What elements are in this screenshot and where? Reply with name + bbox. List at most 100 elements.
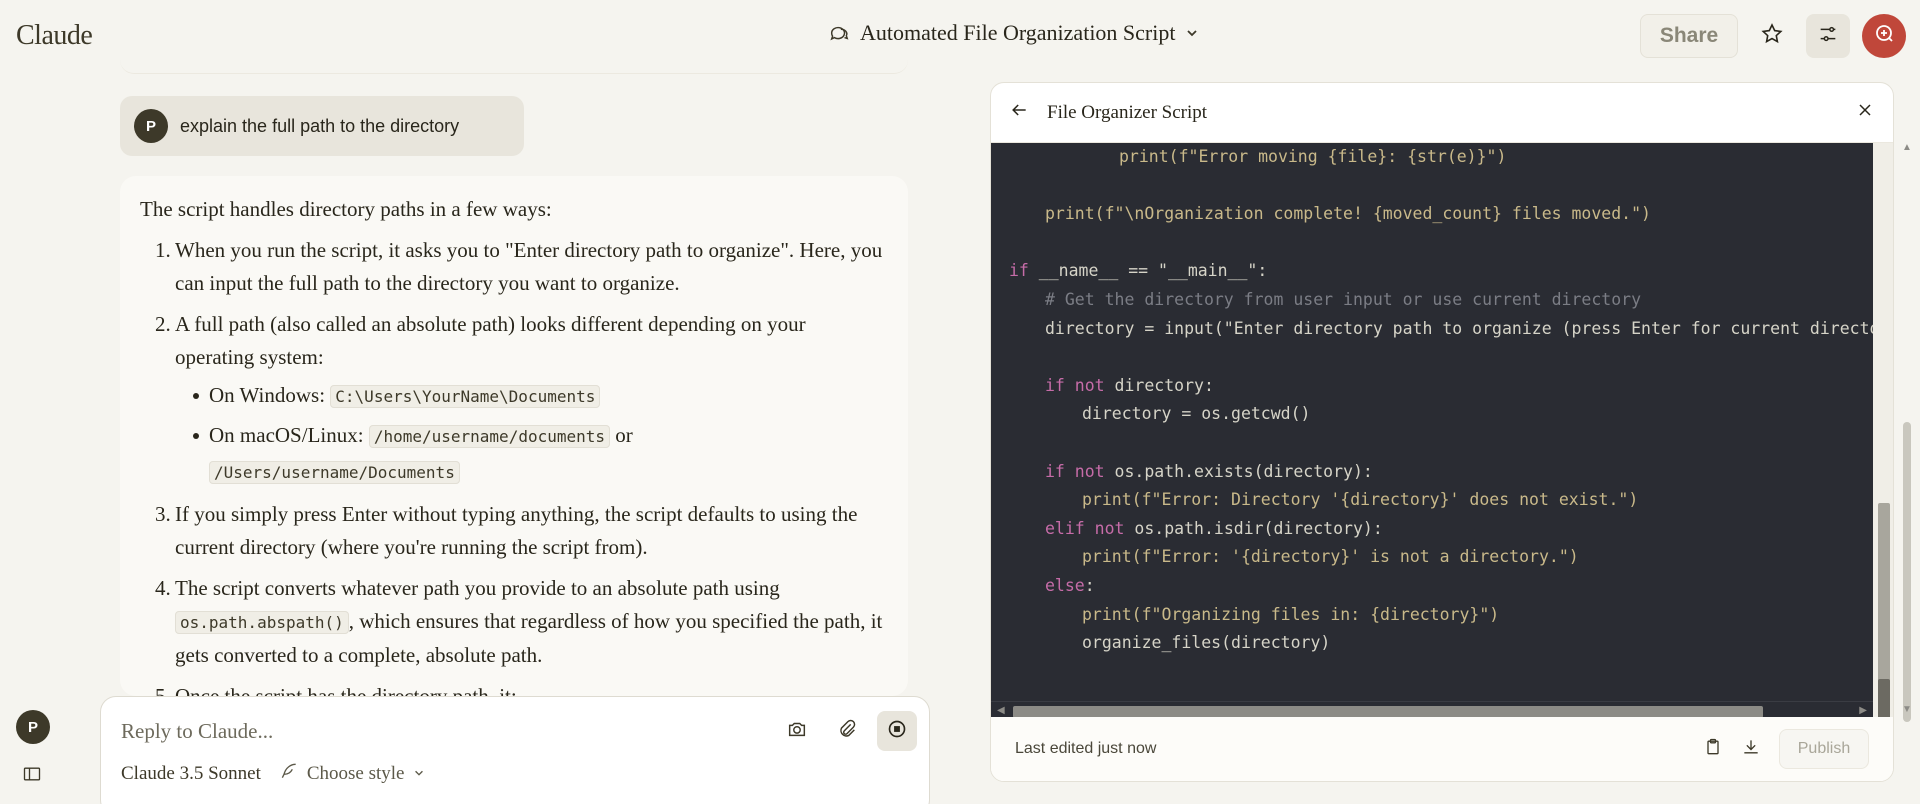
- step-text-pre: The script converts whatever path you pr…: [175, 576, 780, 600]
- chevron-down-icon: [1185, 26, 1199, 40]
- star-icon: [1760, 22, 1784, 51]
- os-label: On Windows:: [209, 383, 326, 407]
- code-line: # Get the directory from user input or u…: [1045, 289, 1642, 309]
- step-number: 1.: [155, 238, 171, 262]
- inline-code: /Users/username/Documents: [209, 461, 460, 484]
- attach-button[interactable]: [827, 711, 867, 751]
- user-message-text: explain the full path to the directory: [180, 115, 460, 136]
- code-line: directory = os.getcwd(): [1082, 404, 1311, 424]
- conversation-title-button[interactable]: Automated File Organization Script: [828, 20, 1199, 46]
- list-item: 1. When you run the script, it asks you …: [140, 234, 890, 300]
- artifact-header: File Organizer Script: [991, 83, 1893, 143]
- chevron-down-icon: [413, 763, 425, 785]
- artifact-panel: File Organizer Script print(f"Error movi…: [990, 82, 1894, 782]
- artifact-title: File Organizer Script: [1047, 101, 1208, 123]
- code-viewer[interactable]: print(f"Error moving {file}: {str(e)}") …: [991, 143, 1873, 701]
- step-text: Once the script has the directory path, …: [175, 684, 517, 696]
- claude-logo[interactable]: Claude: [16, 20, 93, 52]
- code-line: print(f"Error moving {file}: {str(e)}"): [1119, 147, 1507, 166]
- code-line: print(f"Organizing files in: {directory}…: [1082, 604, 1500, 624]
- step-number: 4.: [155, 576, 171, 600]
- choose-style-button[interactable]: Choose style: [279, 761, 425, 787]
- camera-icon: [786, 718, 808, 745]
- step-text: If you simply press Enter without typing…: [175, 502, 858, 559]
- feather-icon: [279, 761, 299, 787]
- scroll-up-icon[interactable]: ▲: [1902, 142, 1912, 153]
- step-number: 5.: [155, 684, 171, 696]
- scroll-down-icon[interactable]: ▼: [1902, 704, 1912, 715]
- code-line: directory = input("Enter directory path …: [1045, 318, 1873, 338]
- conversation-title: Automated File Organization Script: [860, 20, 1176, 45]
- settings-button[interactable]: [1806, 14, 1850, 58]
- code-line: print(f"Error: '{directory}' is not a di…: [1082, 547, 1579, 567]
- or-text: or: [615, 423, 633, 447]
- list-item: 3. If you simply press Enter without typ…: [140, 498, 890, 564]
- list-item: 5. Once the script has the directory pat…: [140, 680, 890, 696]
- code-line: if not os.path.exists(directory):: [1045, 461, 1373, 481]
- star-button[interactable]: [1750, 14, 1794, 58]
- list-item: 2. A full path (also called an absolute …: [140, 308, 890, 490]
- user-avatar: P: [134, 109, 168, 143]
- step-number: 2.: [155, 312, 171, 336]
- code-line: print(f"\nOrganization complete! {moved_…: [1045, 204, 1651, 224]
- inline-code: C:\Users\YourName\Documents: [330, 385, 601, 408]
- stop-icon: [887, 719, 907, 744]
- publish-button[interactable]: Publish: [1779, 729, 1869, 769]
- user-menu-avatar[interactable]: P: [16, 710, 50, 744]
- list-item: 4. The script converts whatever path you…: [140, 572, 890, 672]
- artifact-footer: Last edited just now Publish: [991, 717, 1893, 781]
- choose-style-label: Choose style: [306, 763, 405, 784]
- scroll-right-icon[interactable]: ▶: [1859, 705, 1867, 716]
- code-line: if __name__ == "__main__":: [1009, 261, 1268, 281]
- code-line: print(f"Error: Directory '{directory}' d…: [1082, 490, 1639, 510]
- download-icon: [1744, 739, 1758, 753]
- back-button[interactable]: [1009, 100, 1029, 125]
- assistant-message: The script handles directory paths in a …: [120, 176, 908, 696]
- sidebar-icon: [22, 767, 42, 788]
- step-number: 3.: [155, 502, 171, 526]
- previous-message-edge: [120, 60, 908, 74]
- download-button[interactable]: [1741, 737, 1761, 762]
- step-text: A full path (also called an absolute pat…: [175, 312, 806, 369]
- scrollbar-thumb[interactable]: [1878, 503, 1890, 701]
- sidebar-toggle-button[interactable]: [22, 764, 42, 789]
- share-button[interactable]: Share: [1640, 14, 1738, 58]
- clipboard-icon: [1707, 738, 1719, 754]
- arrow-left-icon: [1012, 104, 1026, 116]
- paperclip-icon: [836, 718, 858, 745]
- reply-input[interactable]: Reply to Claude...: [121, 719, 273, 744]
- steps-list: 1. When you run the script, it asks you …: [140, 234, 890, 696]
- sliders-icon: [1817, 23, 1839, 50]
- model-selector[interactable]: Claude 3.5 Sonnet: [121, 763, 261, 785]
- page-scrollbar-thumb[interactable]: [1903, 422, 1911, 722]
- last-edited-status: Last edited just now: [1015, 740, 1157, 757]
- user-message: P explain the full path to the directory: [120, 96, 524, 156]
- reply-box: Reply to Claude... Claude 3.5 Sonnet Cho…: [100, 696, 930, 804]
- code-line: organize_files(directory): [1082, 633, 1331, 653]
- sub-list-item: On macOS/Linux: /home/username/documents…: [175, 418, 890, 490]
- page-scrollbar[interactable]: ▲ ▼: [1900, 82, 1914, 782]
- os-label: On macOS/Linux:: [209, 423, 364, 447]
- chat-bubbles-icon: [828, 22, 850, 44]
- close-button[interactable]: [1855, 100, 1875, 125]
- copy-button[interactable]: [1703, 737, 1723, 762]
- sub-list: On Windows: C:\Users\YourName\Documents …: [175, 378, 890, 490]
- inline-code: os.path.abspath(): [175, 611, 349, 634]
- stop-button[interactable]: [877, 711, 917, 751]
- chat-search-icon: [1872, 22, 1896, 51]
- close-icon: [1859, 104, 1871, 116]
- screenshot-button[interactable]: [777, 711, 817, 751]
- code-vertical-scrollbar[interactable]: [1873, 143, 1893, 761]
- code-line: if not directory:: [1045, 375, 1214, 395]
- scroll-left-icon[interactable]: ◀: [997, 705, 1005, 716]
- inline-code: /home/username/documents: [368, 425, 611, 448]
- step-text: When you run the script, it asks you to …: [175, 238, 883, 295]
- profile-button[interactable]: [1862, 14, 1906, 58]
- code-line: else:: [1045, 575, 1095, 595]
- code-line: elif not os.path.isdir(directory):: [1045, 518, 1383, 538]
- sub-list-item: On Windows: C:\Users\YourName\Documents: [175, 378, 890, 414]
